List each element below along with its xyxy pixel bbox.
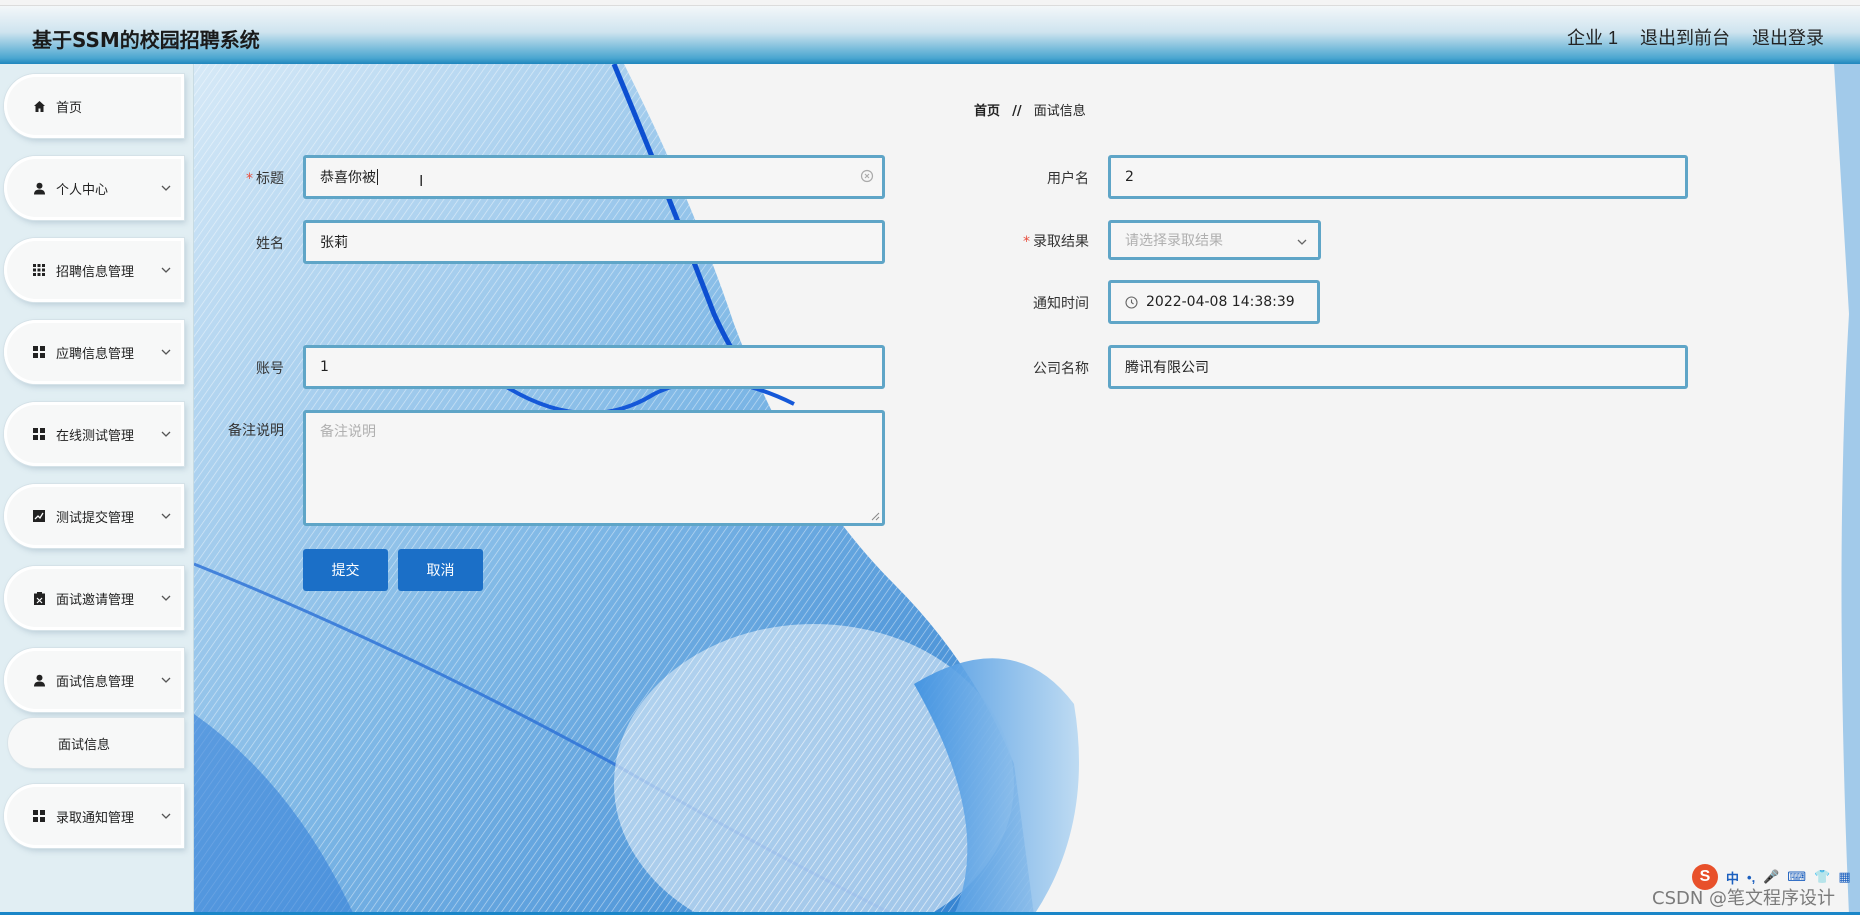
breadcrumb: 首页 // 面试信息 [974, 100, 1086, 119]
company-input[interactable]: 腾讯有限公司 [1108, 345, 1688, 389]
watermark: CSDN @笔文程序设计 [1652, 888, 1836, 909]
sidebar-item-label: 首页 [56, 100, 83, 116]
nav-back-to-front[interactable]: 退出到前台 [1640, 24, 1730, 50]
sidebar-item-label: 应聘信息管理 [56, 346, 135, 362]
chevron-down-icon [161, 813, 171, 819]
chevron-down-icon [161, 349, 171, 355]
header-nav: 企业 1 退出到前台 退出登录 [1567, 24, 1824, 50]
app-title: 基于SSM的校园招聘系统 [32, 28, 260, 52]
sidebar-item-application-info[interactable]: 应聘信息管理 [4, 320, 184, 384]
submit-button[interactable]: 提交 [303, 549, 388, 591]
submenu-item-interview-info[interactable]: 面试信息 [8, 718, 184, 768]
app-header: 基于SSM的校园招聘系统 企业 1 退出到前台 退出登录 [0, 6, 1860, 64]
sidebar-item-label: 面试邀请管理 [56, 592, 135, 608]
sidebar-item-online-test[interactable]: 在线测试管理 [4, 402, 184, 466]
grid-icon [32, 263, 46, 277]
notify-time-label: 通知时间 [1033, 296, 1089, 312]
name-input[interactable]: 张莉 [303, 220, 885, 264]
sidebar-item-label: 测试提交管理 [56, 510, 135, 526]
name-label: 姓名 [256, 236, 284, 252]
sidebar-item-test-submission[interactable]: 测试提交管理 [4, 484, 184, 548]
account-input[interactable]: 1 [303, 345, 885, 389]
nav-logout[interactable]: 退出登录 [1752, 24, 1824, 50]
notify-time-picker[interactable]: 2022-04-08 14:38:39 [1108, 280, 1320, 324]
sidebar-item-recruitment-info[interactable]: 招聘信息管理 [4, 238, 184, 302]
resize-handle-icon[interactable] [870, 511, 880, 521]
sidebar-item-label: 招聘信息管理 [56, 264, 135, 280]
ime-skin-icon[interactable]: 👕 [1814, 869, 1830, 885]
chevron-down-icon [161, 185, 171, 191]
mouse-ibeam-cursor: I [419, 173, 424, 190]
clipboard-icon [32, 591, 46, 605]
sidebar: 首页 个人中心 招聘信息管理 应聘信息管理 在线测试管理 测试提交管理 面试邀请… [0, 64, 194, 915]
sidebar-item-label: 在线测试管理 [56, 428, 135, 444]
remark-label: 备注说明 [228, 423, 284, 439]
sidebar-item-label: 录取通知管理 [56, 810, 135, 826]
title-input[interactable]: 恭喜你被 [303, 155, 885, 199]
sidebar-item-label: 个人中心 [56, 182, 109, 198]
result-label: * 录取结果 [1023, 234, 1089, 250]
grid-icon [32, 427, 46, 441]
user-icon [32, 673, 46, 687]
chevron-down-icon [161, 267, 171, 273]
ime-toolbox-icon[interactable]: ▦ [1838, 869, 1850, 885]
chevron-down-icon [161, 513, 171, 519]
sidebar-item-home[interactable]: 首页 [4, 74, 184, 138]
ime-keyboard-icon[interactable]: ⌨ [1787, 869, 1806, 885]
submenu-item-label: 面试信息 [58, 737, 111, 753]
main-content: 首页 // 面试信息 * 标题 恭喜你被 I 姓名 张莉 账号 1 备注说明 备注… [194, 64, 1860, 915]
account-label: 账号 [256, 361, 284, 377]
text-caret [377, 169, 378, 185]
clock-icon [1125, 295, 1138, 309]
chevron-down-icon [161, 595, 171, 601]
sidebar-item-interview-info[interactable]: 面试信息管理 [4, 648, 184, 712]
result-select[interactable]: 请选择录取结果 [1108, 220, 1321, 260]
user-icon [32, 181, 46, 195]
title-label: * 标题 [246, 171, 284, 187]
breadcrumb-current: 面试信息 [1033, 104, 1086, 119]
breadcrumb-home[interactable]: 首页 [974, 104, 1000, 119]
username-label: 用户名 [1047, 171, 1089, 187]
grid-icon [32, 345, 46, 359]
chevron-down-icon [161, 677, 171, 683]
chart-icon [32, 509, 46, 523]
ime-voice-icon[interactable]: 🎤 [1763, 869, 1779, 885]
sidebar-item-interview-invitation[interactable]: 面试邀请管理 [4, 566, 184, 630]
breadcrumb-separator: // [1012, 104, 1022, 119]
cancel-button[interactable]: 取消 [398, 549, 483, 591]
chevron-down-icon [161, 431, 171, 437]
sidebar-item-personal-center[interactable]: 个人中心 [4, 156, 184, 220]
home-icon [32, 99, 46, 113]
company-label: 公司名称 [1033, 361, 1089, 377]
remark-textarea[interactable]: 备注说明 [303, 410, 885, 526]
username-input[interactable]: 2 [1108, 155, 1688, 199]
nav-company-user[interactable]: 企业 1 [1567, 24, 1618, 50]
ime-punctuation-icon[interactable]: •, [1747, 870, 1755, 885]
sidebar-item-label: 面试信息管理 [56, 674, 135, 690]
sidebar-item-admission-notice[interactable]: 录取通知管理 [4, 784, 184, 848]
grid-icon [32, 809, 46, 823]
clear-icon[interactable] [860, 169, 874, 183]
chevron-down-icon [1297, 239, 1307, 245]
